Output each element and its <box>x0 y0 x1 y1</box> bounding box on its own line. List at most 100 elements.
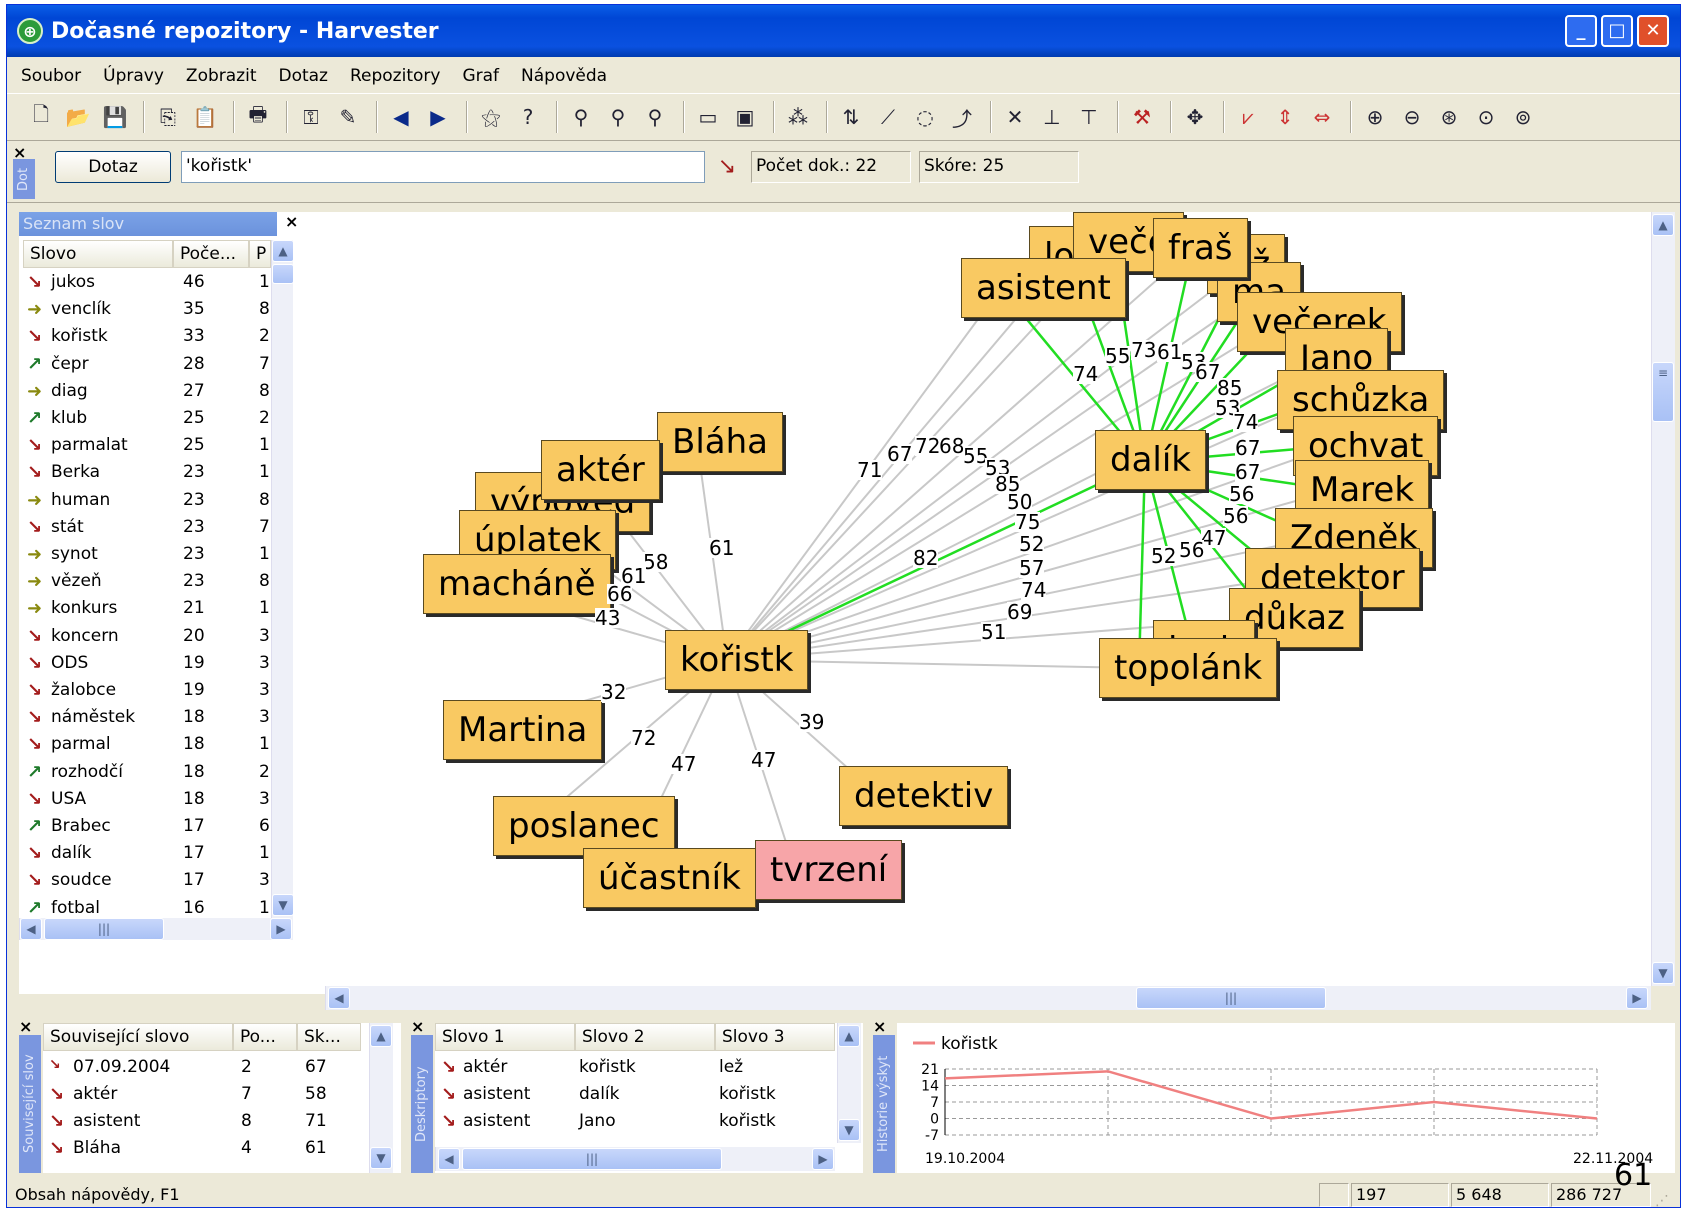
desc-scroll-right-icon[interactable]: ▶ <box>812 1148 834 1170</box>
col-p[interactable]: P <box>249 240 271 268</box>
word-list-item[interactable]: ↘ náměstek 18 3 <box>19 705 271 732</box>
col-related-word[interactable]: Související slovo <box>43 1023 233 1051</box>
zoom-in-icon[interactable]: ⊕ <box>1359 101 1391 133</box>
scroll-left-icon[interactable]: ◀ <box>20 918 42 940</box>
curve-icon[interactable]: ⤴ <box>946 101 978 133</box>
word-list-item[interactable]: ➜ human 23 8 <box>19 488 271 515</box>
close-button[interactable]: ✕ <box>1637 15 1669 47</box>
graph-node-machane[interactable]: macháně <box>423 554 611 614</box>
graph-nodes-icon[interactable]: ⁂ <box>782 101 814 133</box>
circle-layout-icon[interactable]: ◌ <box>909 101 941 133</box>
graph-scroll-up-icon[interactable]: ▲ <box>1652 214 1674 236</box>
word-list-item[interactable]: ↘ koncern 20 3 <box>19 624 271 651</box>
search-doc-icon[interactable]: ⚲ <box>602 101 634 133</box>
menu-repozitory[interactable]: Repozitory <box>350 66 440 86</box>
descriptors-vscroll[interactable]: ▲ ▼ <box>837 1023 861 1143</box>
word-list-item[interactable]: ↗ Brabec 17 6 <box>19 814 271 841</box>
split-icon[interactable]: ⇕ <box>1269 101 1301 133</box>
graph-node-asistent[interactable]: asistent <box>961 258 1126 318</box>
close-related-icon[interactable]: × <box>19 1017 32 1036</box>
graph-scroll-left-icon[interactable]: ◀ <box>328 987 350 1009</box>
query-input[interactable]: 'kořistk' <box>181 151 705 183</box>
graph-hscroll-thumb[interactable]: ||| <box>1136 987 1326 1009</box>
scroll-right-icon[interactable]: ▶ <box>270 918 292 940</box>
move-icon[interactable]: ✥ <box>1179 101 1211 133</box>
graph-node-detektiv[interactable]: detektiv <box>839 766 1009 826</box>
align-icon[interactable]: ⇅ <box>835 101 867 133</box>
forward-arrow-icon[interactable]: ▶ <box>422 101 454 133</box>
menu-dotaz[interactable]: Dotaz <box>278 66 328 86</box>
related-row[interactable]: ↘ 07.09.2004 2 67 <box>43 1055 363 1082</box>
graph-vscroll[interactable]: ▲ ≡ ▼ <box>1651 212 1675 986</box>
save-icon[interactable]: 💾 <box>99 101 131 133</box>
cross-icon[interactable]: ✕ <box>999 101 1031 133</box>
word-list-item[interactable]: ↘ Berka 23 1 <box>19 460 271 487</box>
graph-scroll-right-icon[interactable]: ▶ <box>1626 987 1648 1009</box>
close-history-icon[interactable]: × <box>873 1017 886 1036</box>
word-list-item[interactable]: ↘ USA 18 3 <box>19 787 271 814</box>
merge-icon[interactable]: ⇔ <box>1306 101 1338 133</box>
zoom-out-icon[interactable]: ⊖ <box>1396 101 1428 133</box>
col-slovo1[interactable]: Slovo 1 <box>435 1023 575 1051</box>
menu-graf[interactable]: Graf <box>462 66 499 86</box>
graph-node-tvrzeni[interactable]: tvrzení <box>755 840 903 900</box>
word-list-item[interactable]: ↘ kořistk 33 2 <box>19 324 271 351</box>
related-row[interactable]: ↘ asistent 8 71 <box>43 1109 363 1136</box>
wand-icon[interactable]: ⚝ <box>475 101 507 133</box>
desc-scroll-left-icon[interactable]: ◀ <box>438 1148 460 1170</box>
menu-upravy[interactable]: Úpravy <box>103 66 164 86</box>
menu-soubor[interactable]: Soubor <box>21 66 81 86</box>
help-pointer-icon[interactable]: ? <box>512 101 544 133</box>
col-slovo2[interactable]: Slovo 2 <box>575 1023 715 1051</box>
descriptor-row[interactable]: ↘ aktér kořistk lež <box>435 1055 835 1082</box>
scroll-up-icon[interactable]: ▲ <box>272 240 294 262</box>
scroll-down-icon[interactable]: ▼ <box>272 894 294 916</box>
query-button[interactable]: Dotaz <box>55 151 171 183</box>
back-arrow-icon[interactable]: ◀ <box>385 101 417 133</box>
col-pocet[interactable]: Poče... <box>173 240 249 268</box>
open-folder-icon[interactable]: 📂 <box>62 101 94 133</box>
word-list-item[interactable]: ↘ ODS 19 3 <box>19 651 271 678</box>
desc-scroll-up-icon[interactable]: ▲ <box>838 1025 860 1047</box>
graph-node-koristk[interactable]: kořistk <box>665 630 809 690</box>
query-run-icon[interactable]: ↘ <box>713 153 741 181</box>
word-list-item[interactable]: ↘ žalobce 19 3 <box>19 678 271 705</box>
close-wordlist-icon[interactable]: × <box>285 212 298 231</box>
related-vscroll[interactable]: ▲ ▼ <box>369 1023 393 1173</box>
word-list-item[interactable]: ↘ soudce 17 3 <box>19 868 271 895</box>
graph-node-poslanec[interactable]: poslanec <box>493 796 675 856</box>
descriptor-row[interactable]: ↘ asistent Jano kořistk <box>435 1109 835 1136</box>
graph-node-blaha[interactable]: Bláha <box>657 412 783 472</box>
descriptors-hscroll[interactable]: ◀ ||| ▶ <box>435 1147 835 1171</box>
desc-hscroll-thumb[interactable]: ||| <box>462 1148 722 1170</box>
related-scroll-up-icon[interactable]: ▲ <box>370 1025 392 1047</box>
word-list-item[interactable]: ➜ diag 27 8 <box>19 379 271 406</box>
close-descriptors-icon[interactable]: × <box>411 1017 424 1036</box>
col-related-sk[interactable]: Sk... <box>297 1023 361 1051</box>
word-list-item[interactable]: ➜ konkurs 21 1 <box>19 596 271 623</box>
word-list-item[interactable]: ↗ rozhodčí 18 2 <box>19 760 271 787</box>
tree2-icon[interactable]: ⊤ <box>1073 101 1105 133</box>
binoculars2-icon[interactable]: ⚲ <box>639 101 671 133</box>
word-list-item[interactable]: ➜ vězeň 23 8 <box>19 569 271 596</box>
col-slovo3[interactable]: Slovo 3 <box>715 1023 835 1051</box>
zoom-fit-icon[interactable]: ⊛ <box>1433 101 1465 133</box>
resize-grip-icon[interactable]: ⋰ <box>1655 1187 1669 1207</box>
col-slovo[interactable]: Slovo <box>23 240 173 268</box>
paste-icon[interactable]: 📋 <box>189 101 221 133</box>
descriptor-row[interactable]: ↘ asistent dalík kořistk <box>435 1082 835 1109</box>
window2-icon[interactable]: ▣ <box>729 101 761 133</box>
word-list-item[interactable]: ↗ klub 25 2 <box>19 406 271 433</box>
new-file-icon[interactable]: 🗋 <box>25 101 57 133</box>
graph-node-ucastnik[interactable]: účastník <box>583 848 756 908</box>
word-list-item[interactable]: ↘ parmalat 25 1 <box>19 433 271 460</box>
col-related-po[interactable]: Po... <box>233 1023 297 1051</box>
maximize-button[interactable]: □ <box>1601 15 1633 47</box>
related-row[interactable]: ↘ Bláha 4 61 <box>43 1136 363 1163</box>
tree-icon[interactable]: ⊥ <box>1036 101 1068 133</box>
key-icon[interactable]: ⚿ <box>295 101 327 133</box>
graph-node-martina[interactable]: Martina <box>443 700 603 760</box>
related-row[interactable]: ↘ aktér 7 58 <box>43 1082 363 1109</box>
graph-canvas[interactable]: lovečeležmafrašasistentvečerekJanoschůzk… <box>325 212 1651 986</box>
menu-zobrazit[interactable]: Zobrazit <box>186 66 257 86</box>
